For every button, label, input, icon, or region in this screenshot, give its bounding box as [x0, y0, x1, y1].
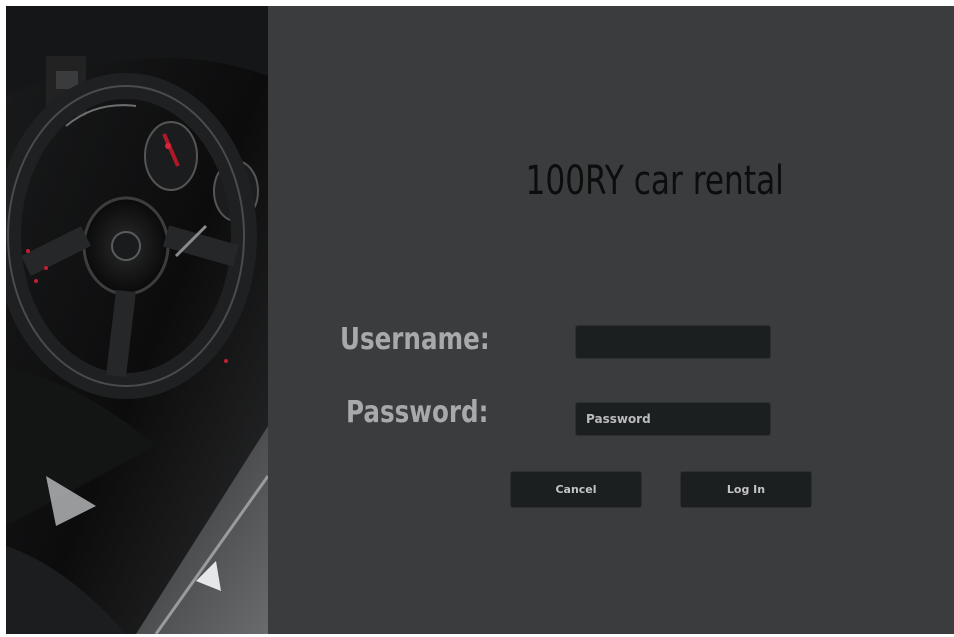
password-input[interactable]	[575, 402, 771, 436]
username-label: Username:	[340, 322, 490, 357]
login-panel: 100RY car rental Username: Password: Can…	[268, 6, 954, 634]
username-input[interactable]	[575, 325, 771, 359]
app-title: 100RY car rental	[525, 158, 784, 204]
login-window: 100RY car rental Username: Password: Can…	[6, 6, 954, 634]
login-button[interactable]: Log In	[680, 471, 812, 508]
car-interior-photo	[6, 6, 268, 634]
password-label: Password:	[346, 395, 489, 430]
cancel-button[interactable]: Cancel	[510, 471, 642, 508]
